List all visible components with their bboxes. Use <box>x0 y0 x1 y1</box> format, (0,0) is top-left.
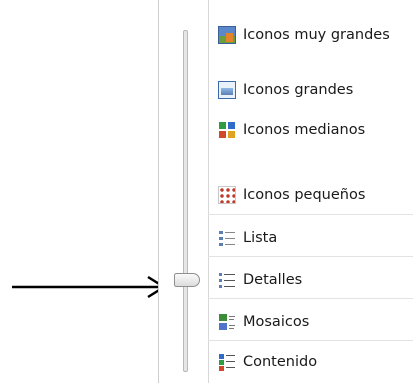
slider-track[interactable] <box>183 30 188 372</box>
tiles-view-icon <box>218 313 236 331</box>
menu-item-label: Iconos pequeños <box>243 187 366 203</box>
list-view-icon <box>218 229 236 247</box>
menu-separator <box>208 214 413 215</box>
menu-item-label: Iconos grandes <box>243 82 354 98</box>
large-icons-icon <box>218 81 236 99</box>
menu-item-large-icons[interactable]: Iconos grandes <box>218 77 353 103</box>
menu-item-tiles[interactable]: Mosaicos <box>218 309 309 335</box>
menu-separator <box>208 340 413 341</box>
extra-large-icons-icon <box>218 26 236 44</box>
small-icons-icon <box>218 186 236 204</box>
menu-item-details[interactable]: Detalles <box>218 267 302 293</box>
menu-item-label: Iconos muy grandes <box>243 27 390 43</box>
menu-item-small-icons[interactable]: Iconos pequeños <box>218 182 365 208</box>
menu-item-label: Contenido <box>243 354 318 370</box>
view-size-slider[interactable] <box>159 0 209 383</box>
annotation-arrow-icon <box>12 275 167 299</box>
menu-item-label: Detalles <box>243 272 303 288</box>
content-view-icon <box>218 353 236 371</box>
menu-item-list[interactable]: Lista <box>218 225 277 251</box>
menu-item-label: Iconos medianos <box>243 122 366 138</box>
menu-item-label: Lista <box>243 230 278 246</box>
menu-separator <box>208 298 413 299</box>
slider-thumb[interactable] <box>174 273 200 287</box>
view-menu-panel: Iconos muy grandes Iconos grandes Iconos… <box>158 0 413 383</box>
menu-item-medium-icons[interactable]: Iconos medianos <box>218 117 365 143</box>
details-view-icon <box>218 271 236 289</box>
menu-item-extra-large-icons[interactable]: Iconos muy grandes <box>218 22 390 48</box>
menu-item-content[interactable]: Contenido <box>218 349 317 375</box>
menu-separator <box>208 256 413 257</box>
medium-icons-icon <box>218 121 236 139</box>
menu-item-label: Mosaicos <box>243 314 310 330</box>
